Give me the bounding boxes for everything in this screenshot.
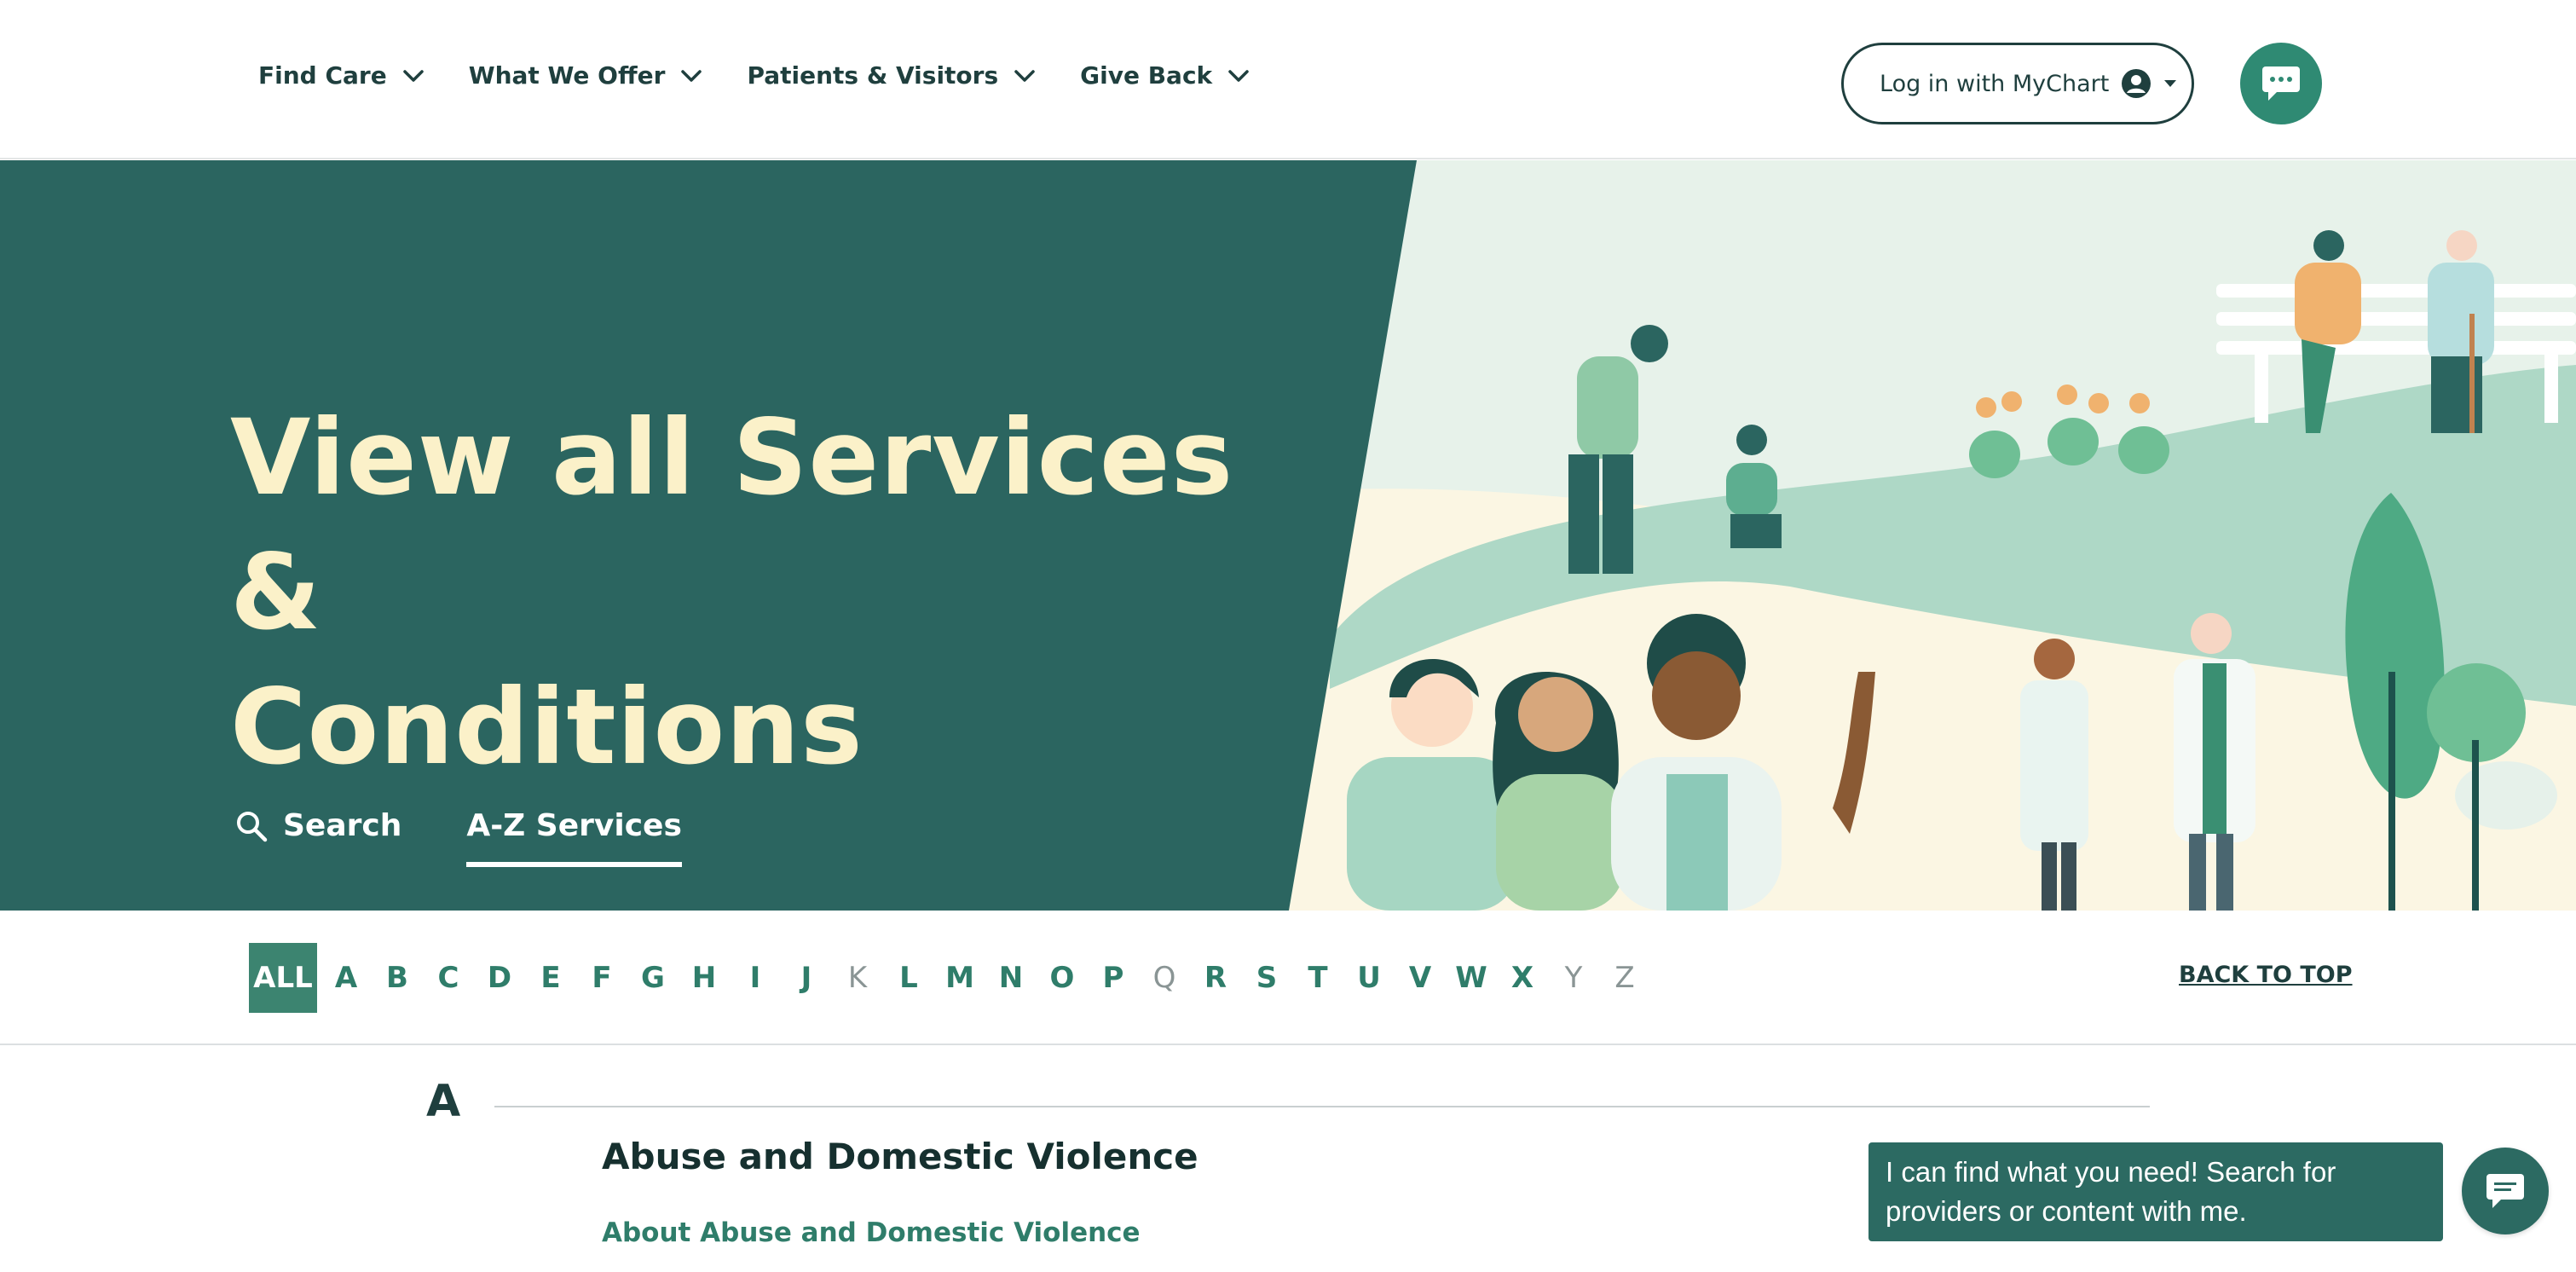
user-circle-icon: [2122, 69, 2151, 98]
alphabet-letter-p[interactable]: P: [1088, 943, 1139, 1013]
alphabet-letter-m[interactable]: M: [934, 943, 985, 1013]
chevron-down-icon: [402, 69, 424, 82]
alphabet-letter-s[interactable]: S: [1241, 943, 1292, 1013]
tab-search-label: Search: [283, 808, 402, 843]
alphabet-letter-q: Q: [1152, 961, 1176, 995]
alphabet-letter-z: Z: [1614, 961, 1635, 995]
alphabet-letter-w[interactable]: W: [1446, 943, 1497, 1013]
nav-find-care[interactable]: Find Care: [258, 61, 425, 90]
alphabet-letter-f[interactable]: F: [576, 943, 627, 1013]
hero-tabs: Search A-Z Services: [235, 808, 682, 867]
nav-item-label: Give Back: [1080, 61, 1213, 90]
mychart-login-button[interactable]: Log in with MyChart: [1841, 43, 2194, 124]
alphabet-letter-k: K: [847, 961, 868, 995]
alphabet-letter-c[interactable]: C: [423, 943, 474, 1013]
login-label: Log in with MyChart: [1880, 70, 2110, 97]
alphabet-letter-n[interactable]: N: [985, 943, 1037, 1013]
tab-search[interactable]: Search: [235, 808, 401, 862]
section-divider: [494, 1106, 2150, 1107]
title-line-2: Conditions: [230, 667, 863, 788]
caret-down-icon: [2164, 80, 2177, 87]
nav-give-back[interactable]: Give Back: [1080, 61, 1250, 90]
back-to-top-link[interactable]: BACK TO TOP: [2179, 962, 2353, 988]
alphabet-filter-bar: ALL ABCDEFGHIJKLMNOPQRSTUVWXYZ BACK TO T…: [0, 911, 2576, 1045]
alphabet-letter-g[interactable]: G: [627, 943, 679, 1013]
alphabet-letter-a[interactable]: A: [321, 943, 372, 1013]
alphabet-all-button[interactable]: ALL: [249, 943, 317, 1013]
chat-icon: [2486, 1174, 2524, 1208]
alphabet-filter: ALL ABCDEFGHIJKLMNOPQRSTUVWXYZ: [249, 943, 1650, 1013]
alphabet-letter-d[interactable]: D: [474, 943, 525, 1013]
alphabet-letter-b[interactable]: B: [372, 943, 423, 1013]
alphabet-letter-l[interactable]: L: [883, 943, 934, 1013]
alphabet-letter-u[interactable]: U: [1343, 943, 1395, 1013]
tab-az-label: A-Z Services: [466, 808, 682, 843]
section-letter-heading: A: [426, 1076, 461, 1127]
chat-prompt-bubble[interactable]: I can find what you need! Search for pro…: [1868, 1142, 2443, 1241]
nav-patients-visitors[interactable]: Patients & Visitors: [747, 61, 1036, 90]
alphabet-letter-i[interactable]: I: [730, 943, 781, 1013]
nav-item-label: What We Offer: [468, 61, 666, 90]
alphabet-letter-o[interactable]: O: [1037, 943, 1088, 1013]
hero-banner: View all Services & Conditions Search A-…: [0, 160, 2576, 911]
alphabet-letter-y: Y: [1564, 961, 1583, 995]
alphabet-letter-v[interactable]: V: [1395, 943, 1446, 1013]
alphabet-letter-x[interactable]: X: [1497, 943, 1548, 1013]
alphabet-letter-h[interactable]: H: [679, 943, 730, 1013]
chevron-down-icon: [1014, 69, 1035, 82]
site-header: Find Care What We Offer Patients & Visit…: [0, 0, 2576, 159]
chat-icon: [2262, 66, 2300, 101]
chat-button[interactable]: [2240, 43, 2322, 124]
nav-item-label: Patients & Visitors: [747, 61, 999, 90]
chevron-down-icon: [1228, 69, 1249, 82]
search-icon: [237, 811, 268, 841]
alphabet-letter-t[interactable]: T: [1292, 943, 1343, 1013]
alphabet-letter-e[interactable]: E: [525, 943, 576, 1013]
page-title: View all Services & Conditions: [230, 390, 1338, 795]
alphabet-letter-r[interactable]: R: [1190, 943, 1241, 1013]
service-link[interactable]: About Abuse and Domestic Violence: [602, 1217, 1141, 1248]
main-nav: Find Care What We Offer Patients & Visit…: [258, 61, 1294, 90]
alphabet-letter-j[interactable]: J: [781, 943, 832, 1013]
tab-az-services[interactable]: A-Z Services: [466, 808, 682, 867]
chat-launcher-button[interactable]: [2462, 1148, 2549, 1234]
nav-item-label: Find Care: [258, 61, 387, 90]
service-title: Abuse and Domestic Violence: [602, 1136, 1198, 1177]
chevron-down-icon: [681, 69, 702, 82]
title-line-1: View all Services &: [230, 397, 1234, 653]
nav-what-we-offer[interactable]: What We Offer: [469, 61, 703, 90]
